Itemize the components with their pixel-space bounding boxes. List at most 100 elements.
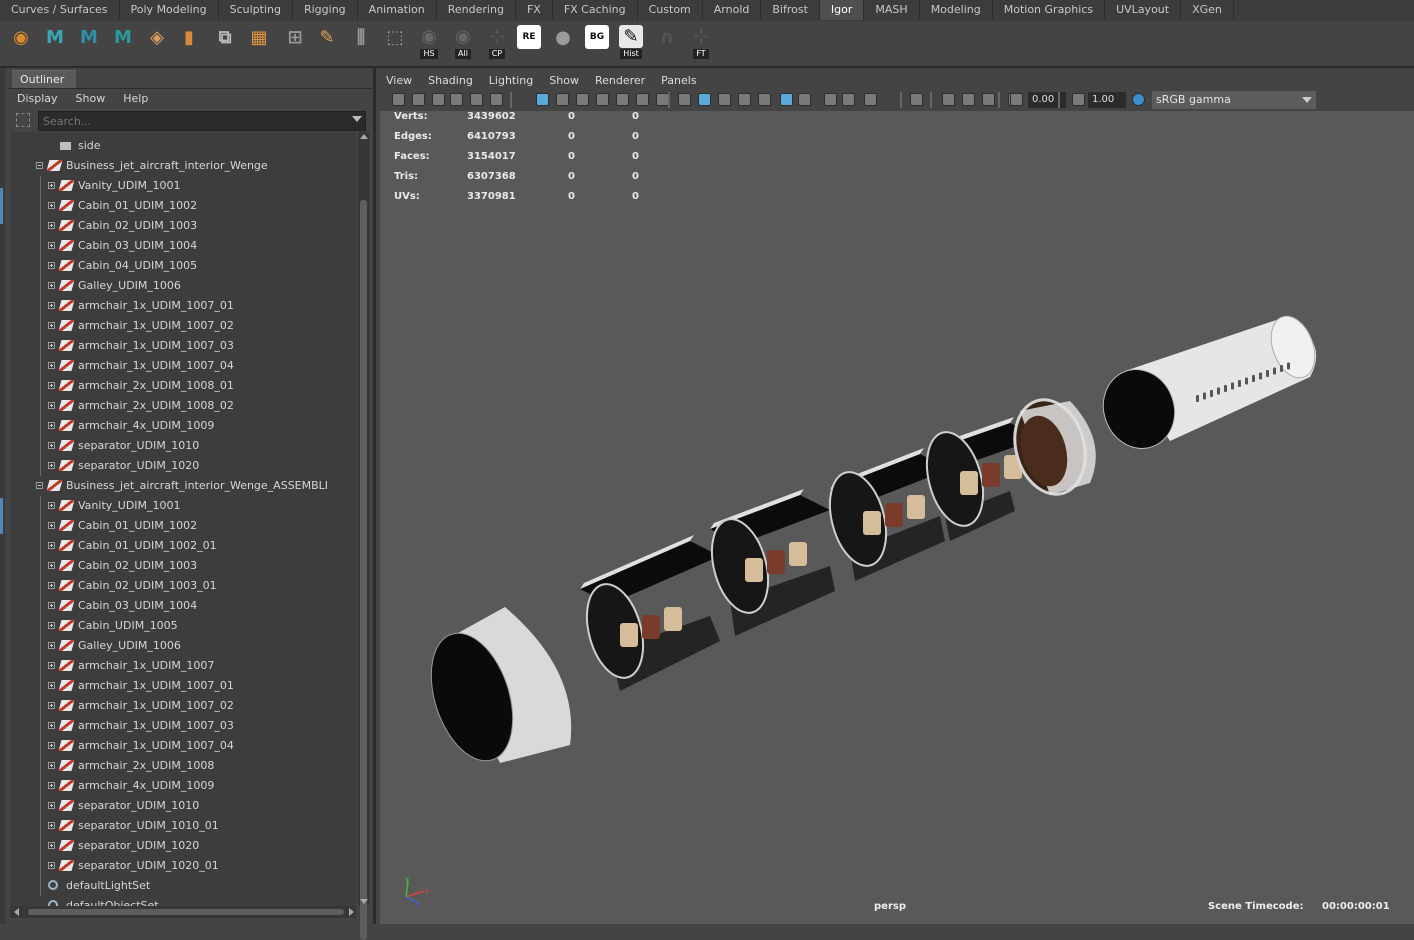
outliner-row[interactable]: Cabin_02_UDIM_1003_01: [10, 576, 356, 596]
cylinder-icon[interactable]: ▮: [176, 25, 202, 59]
uv-grid-icon[interactable]: ⊞: [282, 25, 308, 59]
shelf-tab-arnold[interactable]: Arnold: [703, 0, 762, 20]
outliner-row[interactable]: Business_jet_aircraft_interior_Wenge_ASS…: [10, 476, 356, 496]
camera-select-icon[interactable]: [392, 93, 405, 106]
select-edit-icon[interactable]: ⬚: [382, 25, 408, 59]
collapse-icon[interactable]: [36, 482, 43, 489]
scroll-right-icon[interactable]: [349, 908, 354, 916]
expand-icon[interactable]: [48, 402, 55, 409]
field-chart-icon[interactable]: [616, 93, 629, 106]
outliner-row[interactable]: side: [10, 136, 356, 156]
isolate-select-icon[interactable]: [910, 93, 923, 106]
outliner-menu-help[interactable]: Help: [114, 89, 157, 109]
outliner-row[interactable]: separator_UDIM_1010: [10, 436, 356, 456]
expand-icon[interactable]: [48, 382, 55, 389]
sphere-icon[interactable]: ●: [550, 25, 576, 59]
pen-curve-icon[interactable]: ✎: [314, 25, 340, 59]
outliner-row[interactable]: armchair_1x_UDIM_1007: [10, 656, 356, 676]
scrollbar-thumb[interactable]: [360, 200, 367, 940]
bad-geo-icon[interactable]: BG: [584, 25, 610, 59]
outliner-row[interactable]: separator_UDIM_1020: [10, 836, 356, 856]
viewport-menu-lighting[interactable]: Lighting: [481, 70, 541, 90]
expand-icon[interactable]: [48, 322, 55, 329]
expand-icon[interactable]: [48, 842, 55, 849]
outliner-row[interactable]: Cabin_01_UDIM_1002_01: [10, 536, 356, 556]
grid-split-icon[interactable]: ▦: [246, 25, 272, 59]
shelf-tab-sculpting[interactable]: Sculpting: [219, 0, 293, 20]
outliner-search-input[interactable]: [38, 111, 366, 131]
scroll-left-icon[interactable]: [14, 908, 19, 916]
expand-icon[interactable]: [48, 262, 55, 269]
shelf-tab-mash[interactable]: MASH: [864, 0, 920, 20]
expand-icon[interactable]: [48, 182, 55, 189]
outliner-row[interactable]: Cabin_UDIM_1005: [10, 616, 356, 636]
two-d-pan-icon[interactable]: [470, 93, 483, 106]
resolution-gate-icon[interactable]: [576, 93, 589, 106]
viewport-3d[interactable]: Verts: 3439602 0 0 Edges: 6410793 0 0 Faces: 3154…: [380, 111, 1414, 924]
outliner-row[interactable]: Cabin_02_UDIM_1003: [10, 216, 356, 236]
outliner-row[interactable]: Galley_UDIM_1006: [10, 276, 356, 296]
expand-icon[interactable]: [48, 702, 55, 709]
eye-all-icon[interactable]: ◉ All: [450, 25, 476, 59]
expand-icon[interactable]: [48, 622, 55, 629]
expand-icon[interactable]: [48, 602, 55, 609]
outliner-tab[interactable]: Outliner: [12, 70, 76, 88]
maya-m-icon[interactable]: M: [42, 25, 68, 59]
shadows-icon[interactable]: [780, 93, 793, 106]
maya-m-icon-2[interactable]: M: [76, 25, 102, 59]
outliner-row[interactable]: armchair_1x_UDIM_1007_01: [10, 676, 356, 696]
screen-ao-icon[interactable]: [798, 93, 811, 106]
shelf-tab-rendering[interactable]: Rendering: [437, 0, 516, 20]
outliner-row[interactable]: armchair_1x_UDIM_1007_02: [10, 696, 356, 716]
motion-blur-icon[interactable]: [824, 93, 837, 106]
expand-icon[interactable]: [48, 782, 55, 789]
grease-pencil-icon[interactable]: [490, 93, 503, 106]
textured-icon[interactable]: [738, 93, 751, 106]
dof-icon[interactable]: [864, 93, 877, 106]
expand-icon[interactable]: [48, 722, 55, 729]
outliner-row[interactable]: Galley_UDIM_1006: [10, 636, 356, 656]
expand-icon[interactable]: [48, 562, 55, 569]
outliner-row[interactable]: armchair_1x_UDIM_1007_03: [10, 336, 356, 356]
magnet-icon[interactable]: ∩: [654, 25, 680, 59]
outliner-row[interactable]: armchair_1x_UDIM_1007_04: [10, 356, 356, 376]
bookmark-icon[interactable]: [432, 93, 445, 106]
horizontal-scrollbar[interactable]: [10, 906, 356, 918]
shelf-tab-fx-caching[interactable]: FX Caching: [553, 0, 638, 20]
filter-icon[interactable]: [16, 113, 30, 127]
shelf-tab-bifrost[interactable]: Bifrost: [761, 0, 820, 20]
outliner-row[interactable]: Vanity_UDIM_1001: [10, 176, 356, 196]
outliner-row[interactable]: armchair_1x_UDIM_1007_01: [10, 296, 356, 316]
rename-icon[interactable]: RE: [516, 25, 542, 59]
outliner-row[interactable]: defaultLightSet: [10, 876, 356, 896]
ft-icon[interactable]: ⊹ FT: [688, 25, 714, 59]
shelf-tab-igor[interactable]: Igor: [819, 0, 865, 20]
expand-icon[interactable]: [48, 542, 55, 549]
expand-icon[interactable]: [48, 242, 55, 249]
grid-icon[interactable]: [536, 93, 549, 106]
panel-divider[interactable]: [373, 68, 376, 924]
expand-icon[interactable]: [48, 862, 55, 869]
expand-icon[interactable]: [48, 442, 55, 449]
xray-active-icon[interactable]: [982, 93, 995, 106]
expand-icon[interactable]: [48, 222, 55, 229]
expand-icon[interactable]: [48, 302, 55, 309]
gamma-icon[interactable]: [1072, 93, 1085, 106]
expand-icon[interactable]: [48, 522, 55, 529]
expand-icon[interactable]: [48, 202, 55, 209]
outliner-menu-show[interactable]: Show: [67, 89, 115, 109]
expand-icon[interactable]: [48, 462, 55, 469]
outliner-row[interactable]: defaultObjectSet: [10, 896, 356, 906]
eye-hs-icon[interactable]: ◉ HS: [416, 25, 442, 59]
outliner-row[interactable]: Cabin_01_UDIM_1002: [10, 196, 356, 216]
collapse-icon[interactable]: [36, 162, 43, 169]
expand-icon[interactable]: [48, 822, 55, 829]
expand-icon[interactable]: [48, 502, 55, 509]
outliner-row[interactable]: Cabin_02_UDIM_1003: [10, 556, 356, 576]
expand-icon[interactable]: [48, 422, 55, 429]
gamma-field[interactable]: 1.00: [1088, 92, 1126, 108]
outliner-row[interactable]: armchair_1x_UDIM_1007_02: [10, 316, 356, 336]
shelf-tab-rigging[interactable]: Rigging: [293, 0, 358, 20]
expand-icon[interactable]: [48, 282, 55, 289]
wireframe-icon[interactable]: [678, 93, 691, 106]
